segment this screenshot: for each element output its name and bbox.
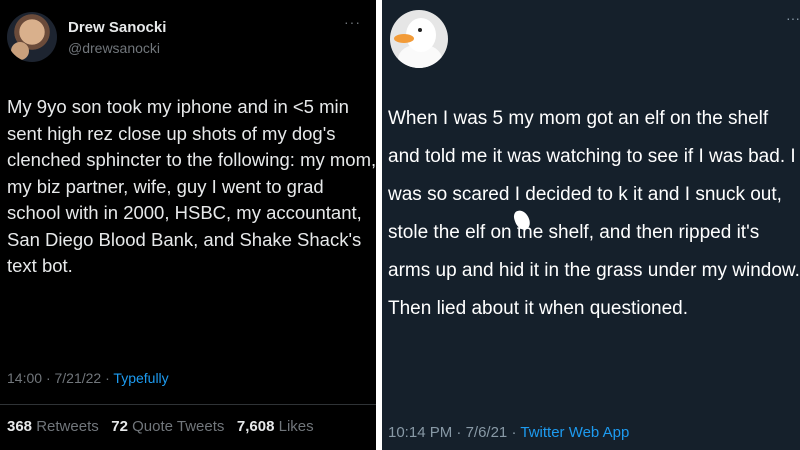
quote-tweets-count: 72 — [111, 418, 128, 435]
divider — [0, 404, 376, 405]
tweet-time[interactable]: 14:00 — [7, 370, 42, 386]
tweet-time[interactable]: 10:14 PM — [388, 424, 452, 441]
tweet-date[interactable]: 7/21/22 — [55, 370, 102, 386]
tweet-text: When I was 5 my mom got an elf on the sh… — [388, 108, 800, 319]
likes-label: Likes — [278, 418, 314, 435]
tweet-date[interactable]: 7/6/21 — [466, 424, 508, 441]
display-name[interactable]: Drew Sanocki — [68, 19, 166, 36]
likes-count: 7,608 — [236, 418, 275, 435]
tweet-source-link[interactable]: Typefully — [113, 370, 168, 386]
tweet-source-link[interactable]: Twitter Web App — [520, 424, 629, 441]
meta-separator: · — [456, 424, 466, 441]
meta-separator: · — [45, 370, 55, 386]
avatar[interactable] — [390, 10, 448, 68]
duck-beak — [394, 34, 414, 43]
retweets-count: 368 — [7, 418, 33, 435]
more-options-icon[interactable]: ··· — [344, 14, 361, 30]
more-options-icon[interactable]: ··· — [786, 10, 800, 26]
quote-tweets-stat[interactable]: 72 Quote Tweets — [111, 418, 224, 435]
tweet-stats: 368 Retweets 72 Quote Tweets 7,608 Likes — [7, 418, 314, 435]
tweet-card-left: Drew Sanocki @drewsanocki ··· My 9yo son… — [0, 0, 376, 450]
tweet-text: My 9yo son took my iphone and in <5 min … — [7, 96, 376, 276]
retweets-label: Retweets — [36, 418, 99, 435]
tweet-meta: 10:14 PM · 7/6/21 · Twitter Web App — [388, 424, 629, 441]
avatar[interactable] — [7, 12, 57, 62]
tweet-meta: 14:00 · 7/21/22 · Typefully — [7, 370, 169, 386]
quote-tweets-label: Quote Tweets — [132, 418, 225, 435]
retweets-stat[interactable]: 368 Retweets — [7, 418, 99, 435]
duck-eye — [418, 28, 422, 32]
likes-stat[interactable]: 7,608 Likes — [237, 418, 314, 435]
user-handle[interactable]: @drewsanocki — [68, 40, 160, 56]
